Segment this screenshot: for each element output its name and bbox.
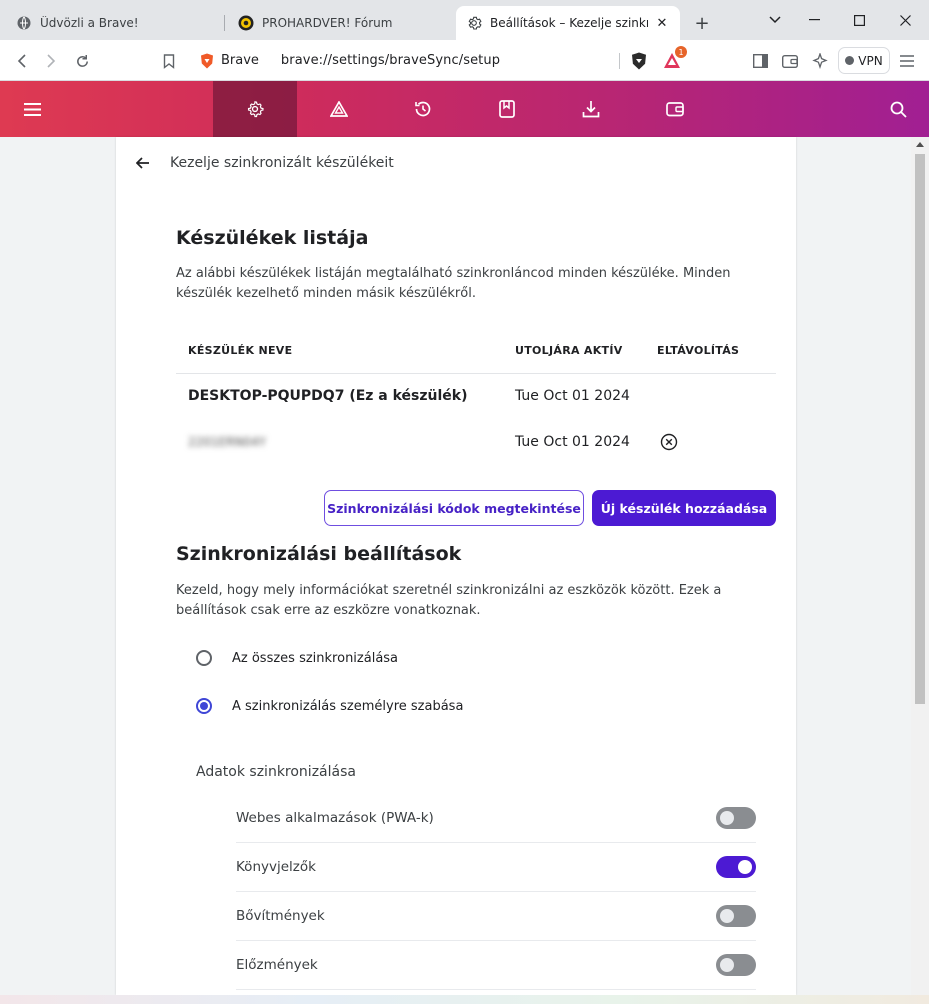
radio-button-selected[interactable] (196, 698, 212, 714)
radio-sync-custom[interactable]: A szinkronizálás személyre szabása (196, 698, 463, 714)
nav-bookmarks-icon[interactable] (465, 81, 549, 137)
sync-settings-description: Kezeld, hogy mely információkat szeretné… (176, 583, 722, 618)
remove-device-icon[interactable] (660, 433, 678, 451)
devices-description: Az alábbi készülékek listáján megtalálha… (176, 266, 731, 301)
url-text[interactable]: brave://settings/braveSync/setup (281, 53, 500, 68)
hamburger-menu-icon[interactable] (0, 81, 64, 137)
scroll-up-arrow-icon[interactable] (916, 142, 924, 147)
radio-label: A szinkronizálás személyre szabása (232, 698, 464, 714)
back-nav-icon[interactable] (9, 48, 35, 74)
toolbar: Brave brave://settings/braveSync/setup 1… (0, 40, 929, 81)
radio-sync-all[interactable]: Az összes szinkronizálása (196, 650, 398, 666)
brave-shields-icon[interactable] (626, 48, 652, 74)
nav-rewards-icon[interactable] (297, 81, 381, 137)
omnibox-divider (619, 53, 620, 69)
back-arrow-icon[interactable] (136, 156, 150, 170)
page-title: Kezelje szinkronizált készülékeit (170, 155, 394, 171)
radio-button[interactable] (196, 650, 212, 666)
page-header: Kezelje szinkronizált készülékeit (136, 155, 394, 171)
radio-label: Az összes szinkronizálása (232, 650, 399, 666)
tab-prohardver[interactable]: PROHARDVER! Fórum (224, 6, 444, 40)
new-tab-button[interactable]: + (688, 9, 716, 37)
maximize-icon[interactable] (837, 0, 882, 40)
prohardver-icon (238, 15, 254, 31)
menu-icon[interactable] (894, 48, 920, 74)
taskbar-edge (0, 995, 929, 1004)
brave-rewards-icon[interactable]: 1 (660, 46, 687, 74)
tab-search-chevron-icon[interactable] (752, 0, 797, 40)
sync-settings-title: Szinkronizálási beállítások (176, 543, 462, 565)
scrollbar-thumb[interactable] (915, 154, 925, 704)
vpn-status-icon (845, 56, 855, 65)
tab-welcome[interactable]: Üdvözli a Brave! (6, 6, 222, 40)
sync-data-heading: Adatok szinkronizálása (196, 764, 356, 780)
col-header-device-name: KÉSZÜLÉK NEVE (188, 344, 293, 357)
bookmark-icon[interactable] (156, 48, 182, 74)
sync-row-history: Előzmények (236, 941, 756, 990)
settings-navbar (0, 81, 929, 137)
device-name-current: DESKTOP-PQUPDQ7 (Ez a készülék) (188, 388, 468, 404)
toggle-history[interactable] (716, 954, 756, 976)
sync-item-label: Bővítmények (236, 908, 325, 924)
toggle-bookmarks[interactable] (716, 856, 756, 878)
sync-item-label: Előzmények (236, 957, 318, 973)
sync-item-label: Könyvjelzők (236, 859, 316, 875)
sync-item-label: Webes alkalmazások (PWA-k) (236, 810, 434, 826)
close-icon[interactable]: ✕ (654, 15, 670, 31)
sync-settings-card: Kezelje szinkronizált készülékeit Készül… (116, 137, 796, 995)
col-header-remove: ELTÁVOLÍTÁS (657, 344, 740, 357)
leo-ai-icon[interactable] (807, 48, 833, 74)
view-sync-codes-button[interactable]: Szinkronizálási kódok megtekintése (324, 490, 584, 526)
window-close-icon[interactable] (883, 0, 928, 40)
forward-nav-icon[interactable] (38, 48, 64, 74)
vpn-label: VPN (858, 53, 883, 68)
device-last-active: Tue Oct 01 2024 (515, 434, 630, 450)
toggle-extensions[interactable] (716, 905, 756, 927)
vpn-button[interactable]: VPN (838, 47, 890, 74)
nav-settings-gear-icon[interactable] (213, 81, 297, 137)
device-last-active: Tue Oct 01 2024 (515, 388, 630, 404)
devices-section-title: Készülékek listája (176, 227, 369, 249)
wallet-icon[interactable] (777, 48, 803, 74)
sidebar-toggle-icon[interactable] (747, 48, 773, 74)
brave-shield-site-icon: Brave (200, 53, 259, 69)
add-device-button[interactable]: Új készülék hozzáadása (592, 490, 776, 526)
nav-history-icon[interactable] (381, 81, 465, 137)
brand-label: Brave (221, 53, 259, 68)
minimize-icon[interactable] (792, 0, 837, 40)
gear-icon (466, 15, 482, 31)
reload-icon[interactable] (69, 48, 95, 74)
sync-row-bookmarks: Könyvjelzők (236, 843, 756, 892)
tab-label: Beállítások – Kezelje szinkroni (490, 16, 648, 30)
tab-label: PROHARDVER! Fórum (262, 16, 393, 30)
nav-wallet-icon[interactable] (633, 81, 717, 137)
sync-row-extensions: Bővítmények (236, 892, 756, 941)
sync-row-pwa: Webes alkalmazások (PWA-k) (236, 794, 756, 843)
table-divider (176, 373, 776, 374)
tab-settings[interactable]: Beállítások – Kezelje szinkroni ✕ (456, 6, 680, 40)
nav-downloads-icon[interactable] (549, 81, 633, 137)
settings-search-icon[interactable] (866, 81, 929, 137)
toggle-pwa[interactable] (716, 807, 756, 829)
device-name-other: 2201ERN04Y (188, 435, 267, 449)
col-header-last-active: UTOLJÁRA AKTÍV (515, 344, 623, 357)
tab-label: Üdvözli a Brave! (40, 16, 139, 30)
rewards-badge: 1 (675, 46, 687, 58)
scrollbar[interactable] (911, 137, 929, 995)
brave-icon (16, 15, 32, 31)
